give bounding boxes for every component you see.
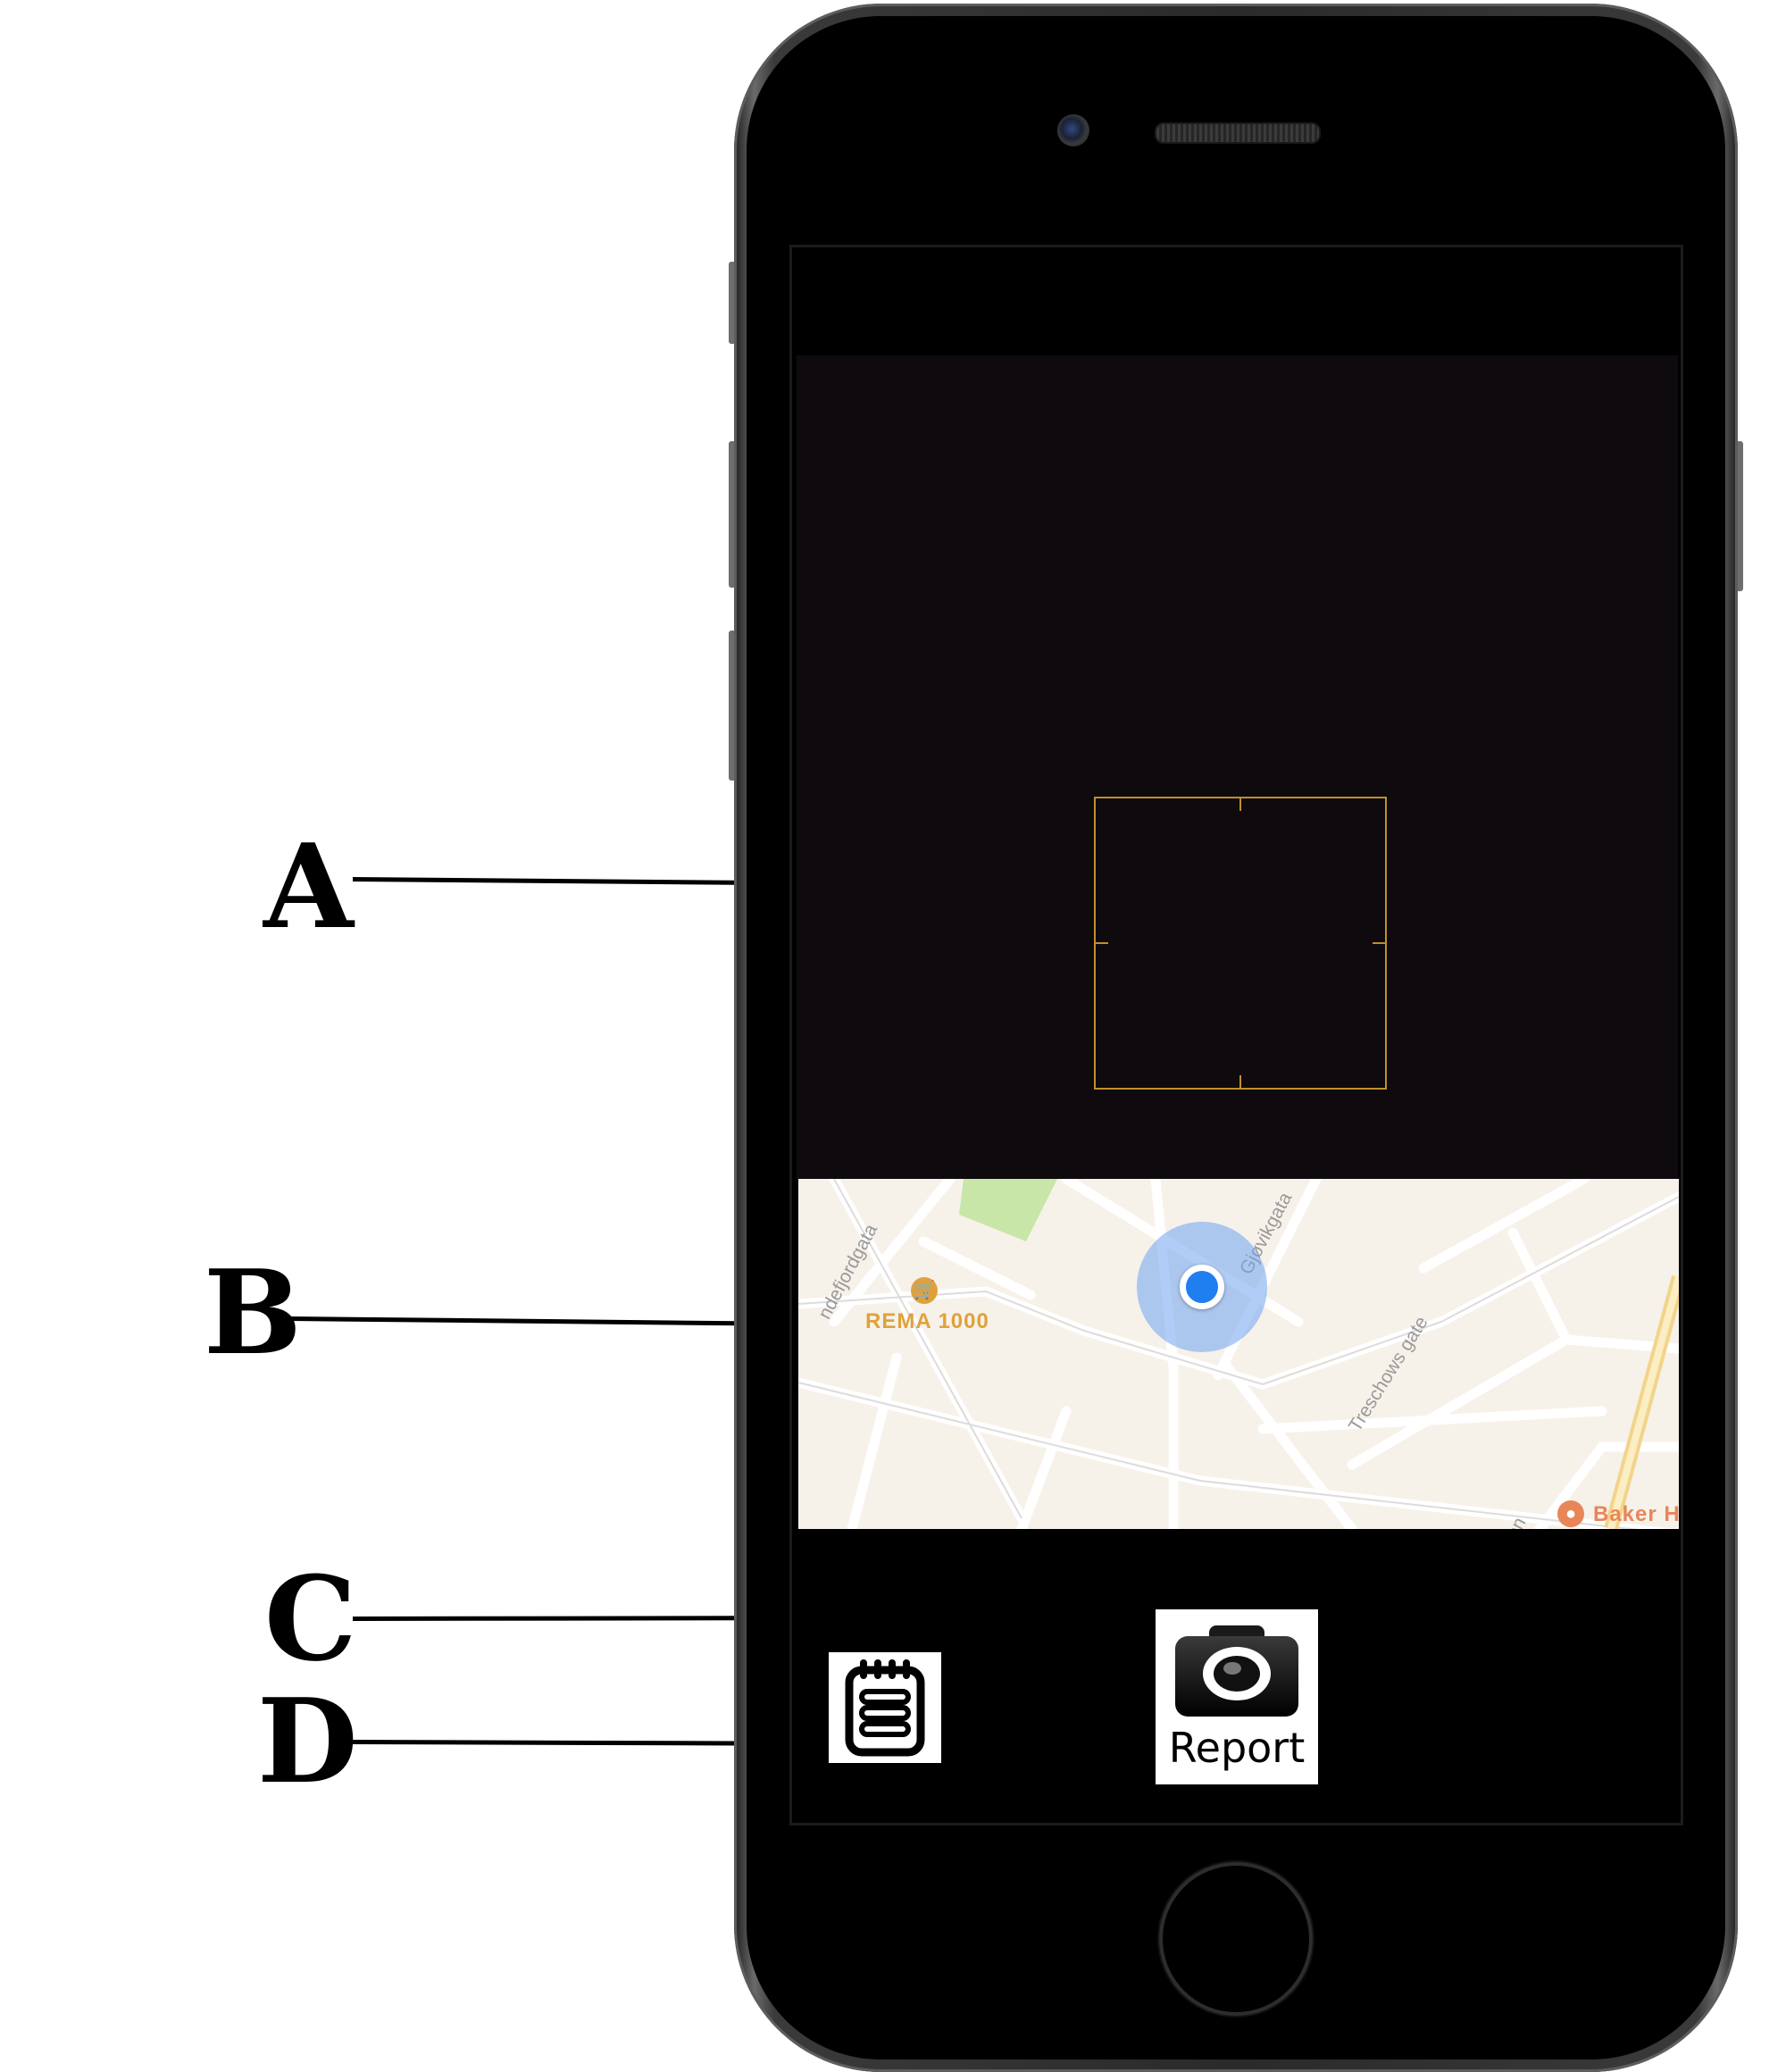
notes-button[interactable]: [829, 1652, 941, 1763]
callout-label-b: B: [204, 1244, 302, 1381]
focus-tick-top: [1239, 798, 1241, 811]
user-location-dot[interactable]: [1180, 1265, 1224, 1309]
focus-tick-right: [1373, 942, 1385, 944]
callout-line-a: [352, 877, 787, 886]
notepad-icon: [845, 1659, 925, 1757]
home-button[interactable]: [1159, 1862, 1313, 2016]
report-button[interactable]: Report: [1156, 1609, 1318, 1784]
focus-box: [1094, 797, 1387, 1090]
poi-rema-1000[interactable]: REMA 1000: [865, 1309, 989, 1334]
earpiece-speaker: [1155, 122, 1321, 144]
map-view[interactable]: 🛒 REMA 1000 ● Baker H Gjøvikgata Trescho…: [798, 1179, 1679, 1529]
shopping-cart-icon[interactable]: 🛒: [911, 1277, 938, 1304]
callout-line-b: [289, 1316, 797, 1326]
callout-label-d: D: [257, 1673, 358, 1809]
callout-label-a: A: [263, 818, 354, 955]
phone-screen: 🛒 REMA 1000 ● Baker H Gjøvikgata Trescho…: [789, 245, 1683, 1826]
report-label: Report: [1168, 1724, 1306, 1772]
bakery-icon[interactable]: ●: [1557, 1500, 1584, 1527]
map-roads: [798, 1179, 1679, 1529]
camera-preview[interactable]: [797, 355, 1678, 1179]
callout-label-c: C: [264, 1550, 357, 1687]
focus-tick-left: [1096, 942, 1108, 944]
poi-baker[interactable]: Baker H: [1593, 1502, 1679, 1527]
camera-icon: [1175, 1625, 1298, 1717]
focus-tick-bottom: [1239, 1075, 1241, 1088]
park-area: [959, 1179, 1057, 1241]
front-camera: [1057, 114, 1089, 146]
